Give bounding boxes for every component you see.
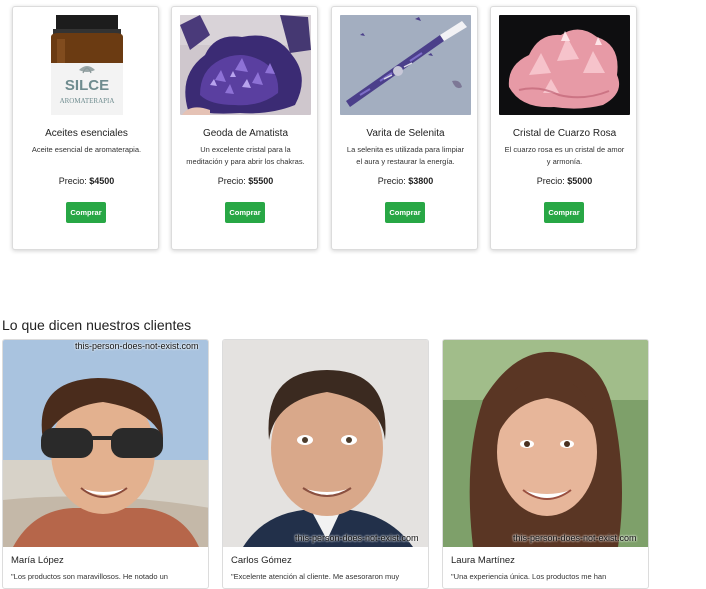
testimonial-card-carlos: this-person-does-not-exist.com Carlos Gó… [222,339,429,589]
product-card-cuarzo-rosa: Cristal de Cuarzo Rosa El cuarzo rosa es… [490,6,637,250]
testimonial-card-maria: this-person-does-not-exist.com María Lóp… [2,339,209,589]
product-price: Precio: $5000 [491,176,638,186]
photo-watermark: this-person-does-not-exist.com [75,341,199,351]
product-description: Aceite esencial de aromaterapia. [31,145,142,154]
customer-quote: "Los productos son maravillosos. He nota… [11,572,168,581]
testimonials-heading: Lo que dicen nuestros clientes [2,317,192,333]
buy-button[interactable]: Comprar [66,202,106,223]
price-label: Precio: [217,176,246,186]
product-description: El cuarzo rosa es un cristal de amor y a… [504,145,625,166]
buy-button[interactable]: Comprar [385,202,425,223]
product-name: Varita de Selenita [366,128,445,139]
product-card-aceites: SILCE AROMATERAPIA Aceites esenciales Ac… [12,6,159,250]
customer-name: María López [11,555,64,566]
product-description: Un excelente cristal para la meditación … [186,145,305,166]
product-name: Aceites esenciales [45,128,128,139]
customer-name: Carlos Gómez [231,555,292,566]
customer-avatar [443,340,648,547]
product-price: Precio: $4500 [13,176,160,186]
selenite-wand-image [340,15,471,115]
customer-quote: "Una experiencia única. Los productos me… [451,572,607,581]
testimonial-card-laura: this-person-does-not-exist.com Laura Mar… [442,339,649,589]
customer-avatar [223,340,428,547]
product-name: Geoda de Amatista [202,128,289,139]
product-card-amatista: Geoda de Amatista Un excelente cristal p… [171,6,318,250]
price-value: $5000 [567,176,593,186]
price-label: Precio: [536,176,565,186]
buy-button[interactable]: Comprar [225,202,265,223]
bottle-line-text: AROMATERAPIA [60,97,115,105]
price-value: $3800 [408,176,434,186]
customer-name: Laura Martínez [451,555,515,566]
price-value: $4500 [89,176,115,186]
product-grid: SILCE AROMATERAPIA Aceites esenciales Ac… [0,0,706,260]
rose-quartz-image [499,15,630,115]
essential-oil-bottle-image: SILCE AROMATERAPIA [21,15,152,115]
amethyst-geode-image [180,15,311,115]
photo-watermark: this-person-does-not-exist.com [295,533,419,543]
buy-button[interactable]: Comprar [544,202,584,223]
product-price: Precio: $3800 [332,176,479,186]
product-price: Precio: $5500 [172,176,319,186]
photo-watermark: this-person-does-not-exist.com [513,533,637,543]
product-description: La selenita es utilizada para limpiar el… [346,145,465,166]
price-label: Precio: [377,176,406,186]
customer-avatar [3,340,208,547]
product-name: Cristal de Cuarzo Rosa [512,128,617,139]
price-label: Precio: [58,176,87,186]
customer-quote: "Excelente atención al cliente. Me aseso… [231,572,400,581]
price-value: $5500 [248,176,274,186]
bottle-brand-text: SILCE [65,77,109,94]
product-card-selenita: Varita de Selenita La selenita es utiliz… [331,6,478,250]
